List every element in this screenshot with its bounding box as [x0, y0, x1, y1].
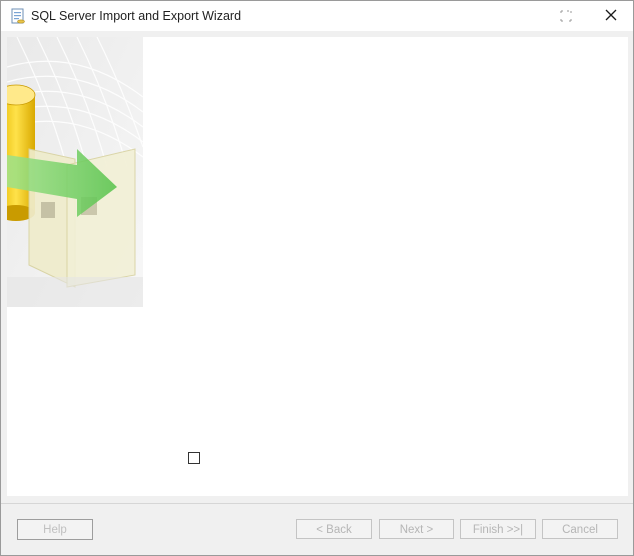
back-button[interactable]: < Back	[296, 519, 372, 539]
cancel-button[interactable]: Cancel	[542, 519, 618, 539]
close-icon	[605, 9, 617, 21]
next-button[interactable]: Next >	[379, 519, 454, 539]
footer-divider	[1, 503, 633, 504]
finish-button[interactable]: Finish >>|	[460, 519, 536, 539]
wizard-app-icon	[10, 8, 26, 25]
wizard-window: SQL Server Import and Export Wizard Help…	[0, 0, 634, 556]
close-button[interactable]	[595, 1, 627, 31]
wizard-content-panel	[7, 37, 628, 496]
window-title: SQL Server Import and Export Wizard	[31, 9, 242, 23]
wizard-banner-graphic	[7, 37, 143, 307]
option-checkbox[interactable]	[188, 452, 200, 464]
title-bar[interactable]: SQL Server Import and Export Wizard	[1, 1, 633, 31]
help-button[interactable]: Help	[17, 519, 93, 540]
maximize-icon	[560, 10, 572, 22]
maximize-button[interactable]	[551, 1, 581, 31]
